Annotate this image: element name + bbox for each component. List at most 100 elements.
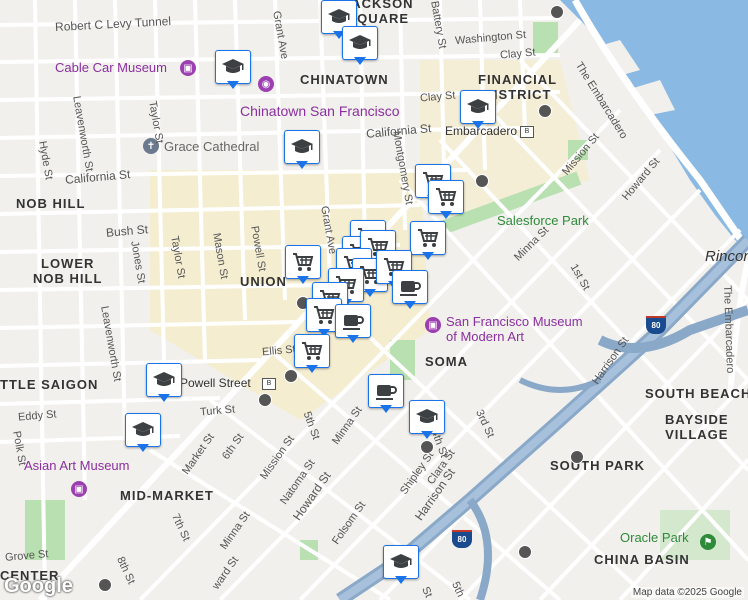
poi-chinatown-sf[interactable]: Chinatown San Francisco bbox=[240, 103, 400, 119]
marker-pointer bbox=[380, 405, 392, 413]
marker-pointer bbox=[227, 81, 239, 89]
grocery-marker[interactable] bbox=[428, 180, 464, 222]
marker-pointer bbox=[306, 365, 318, 373]
school-marker[interactable] bbox=[215, 50, 251, 92]
neighborhood-union-square: UNION bbox=[240, 274, 287, 289]
marker-pointer bbox=[347, 335, 359, 343]
marker-box bbox=[284, 130, 320, 164]
poi-label: Cable Car Museum bbox=[55, 60, 167, 75]
poi-label: Grace Cathedral bbox=[164, 139, 260, 154]
map-canvas[interactable]: JACKSON SQUARE CHINATOWN FINANCIAL DISTR… bbox=[0, 0, 748, 600]
grocery-marker[interactable] bbox=[410, 221, 446, 263]
school-icon bbox=[416, 409, 438, 423]
transit-stop-icon bbox=[475, 174, 489, 188]
neighborhood-mid-market: MID-MARKET bbox=[120, 488, 214, 503]
marker-box bbox=[294, 334, 330, 368]
station-label: Powell Street bbox=[180, 376, 251, 390]
map-attribution[interactable]: Map data ©2025 Google bbox=[630, 587, 744, 598]
school-icon bbox=[222, 59, 244, 73]
coffee-cup-icon bbox=[343, 315, 364, 330]
neighborhood-bayside-village: BAYSIDE VILLAGE bbox=[665, 412, 729, 442]
museum-icon: ▣ bbox=[71, 481, 87, 497]
neighborhood-rincon: Rincon bbox=[705, 248, 748, 265]
neighborhood-label: NOB HILL bbox=[16, 196, 86, 211]
marker-pointer bbox=[472, 121, 484, 129]
museum-icon: ▣ bbox=[180, 60, 196, 76]
map-base-layer bbox=[0, 0, 748, 600]
school-marker[interactable] bbox=[342, 26, 378, 68]
coffee-cup-icon bbox=[376, 385, 397, 400]
highway-shield-icon: 80 bbox=[646, 316, 666, 334]
school-icon bbox=[467, 99, 489, 113]
shopping-cart-icon bbox=[314, 306, 335, 324]
neighborhood-little-saigon: TTLE SAIGON bbox=[0, 377, 98, 392]
transit-icon: B bbox=[262, 378, 276, 390]
coffee-cup-icon bbox=[400, 281, 421, 296]
poi-cable-car-museum[interactable]: Cable Car Museum bbox=[55, 60, 167, 75]
poi-asian-art-museum[interactable]: Asian Art Museum bbox=[24, 458, 130, 473]
transit-stop-icon bbox=[538, 104, 552, 118]
neighborhood-label: SOMA bbox=[425, 354, 468, 369]
marker-box bbox=[285, 245, 321, 279]
marker-pointer bbox=[421, 431, 433, 439]
marker-box bbox=[335, 304, 371, 338]
neighborhood-china-basin: CHINA BASIN bbox=[594, 552, 690, 567]
grocery-marker[interactable] bbox=[294, 334, 330, 376]
cafe-marker[interactable] bbox=[392, 270, 428, 312]
museum-icon: ▣ bbox=[425, 317, 441, 333]
poi-label: Oracle Park bbox=[620, 530, 689, 545]
marker-box bbox=[410, 221, 446, 255]
school-marker[interactable] bbox=[125, 413, 161, 455]
school-marker[interactable] bbox=[284, 130, 320, 172]
neighborhood-label: BAYSIDE VILLAGE bbox=[665, 412, 729, 442]
neighborhood-label: MID-MARKET bbox=[120, 488, 214, 503]
marker-box bbox=[342, 26, 378, 60]
school-icon bbox=[153, 372, 175, 386]
station-powell[interactable]: Powell Street bbox=[180, 376, 251, 390]
poi-grace-cathedral[interactable]: Grace Cathedral bbox=[164, 139, 259, 154]
neighborhood-chinatown: CHINATOWN bbox=[300, 72, 389, 87]
shopping-cart-icon bbox=[436, 188, 457, 206]
marker-pointer bbox=[296, 161, 308, 169]
transit-stop-icon bbox=[420, 440, 434, 454]
marker-box bbox=[409, 400, 445, 434]
school-marker[interactable] bbox=[383, 545, 419, 587]
grocery-marker[interactable] bbox=[285, 245, 321, 287]
school-marker[interactable] bbox=[409, 400, 445, 442]
poi-oracle-park[interactable]: Oracle Park bbox=[620, 530, 689, 545]
poi-sfmoma[interactable]: San Francisco Museum of Modern Art bbox=[446, 314, 583, 344]
neighborhood-lower-nob-hill: LOWER NOB HILL bbox=[33, 256, 102, 286]
transit-stop-icon bbox=[258, 393, 272, 407]
marker-box bbox=[125, 413, 161, 447]
highway-number: 80 bbox=[651, 321, 661, 330]
shopping-cart-icon bbox=[418, 229, 439, 247]
school-icon bbox=[132, 422, 154, 436]
neighborhood-label: CHINATOWN bbox=[300, 72, 389, 87]
marker-pointer bbox=[137, 444, 149, 452]
highway-number: 80 bbox=[457, 535, 467, 544]
camera-icon: ◉ bbox=[258, 76, 274, 92]
neighborhood-south-park: SOUTH PARK bbox=[550, 458, 645, 473]
school-marker[interactable] bbox=[460, 90, 496, 132]
marker-box bbox=[368, 374, 404, 408]
google-logo[interactable]: Google bbox=[4, 575, 73, 598]
transit-stop-icon bbox=[570, 450, 584, 464]
neighborhood-label: TTLE SAIGON bbox=[0, 377, 99, 392]
marker-box bbox=[383, 545, 419, 579]
cafe-marker[interactable] bbox=[368, 374, 404, 416]
shopping-cart-icon bbox=[302, 342, 323, 360]
transit-stop-icon bbox=[518, 545, 532, 559]
transit-icon: B bbox=[520, 126, 534, 138]
school-icon bbox=[349, 35, 371, 49]
marker-pointer bbox=[404, 301, 416, 309]
cafe-marker[interactable] bbox=[335, 304, 371, 346]
neighborhood-label: LOWER NOB HILL bbox=[33, 256, 103, 286]
school-icon bbox=[390, 554, 412, 568]
marker-box bbox=[146, 363, 182, 397]
highway-shield-icon: 80 bbox=[452, 530, 472, 548]
school-marker[interactable] bbox=[146, 363, 182, 405]
shopping-cart-icon bbox=[293, 253, 314, 271]
marker-pointer bbox=[354, 57, 366, 65]
marker-box bbox=[215, 50, 251, 84]
neighborhood-label: Rincon bbox=[705, 248, 748, 265]
